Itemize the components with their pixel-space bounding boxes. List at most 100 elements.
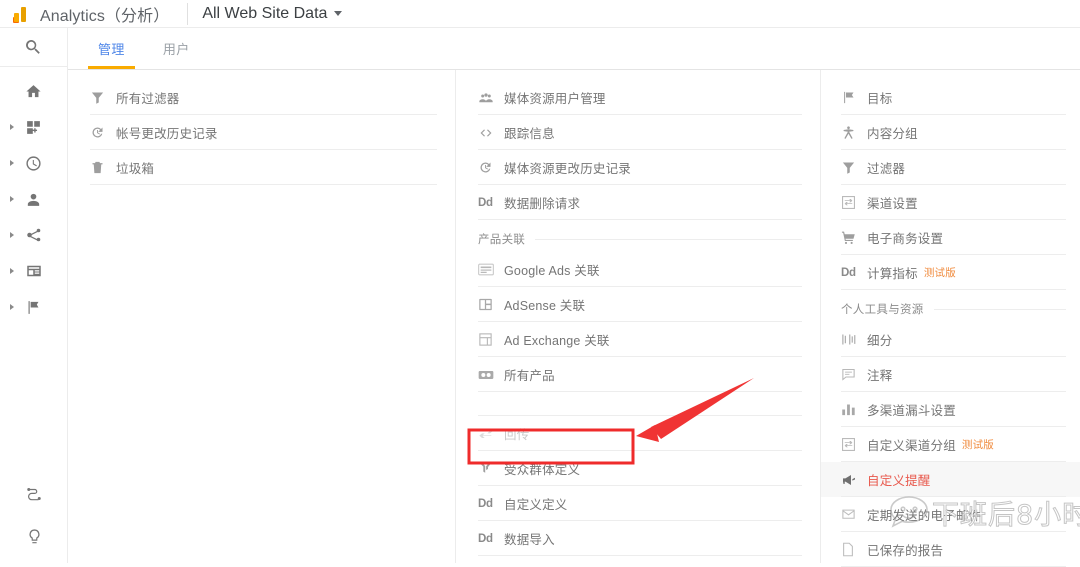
row-calculated-metrics[interactable]: Dd 计算指标 测试版 (821, 255, 1080, 290)
row-custom-definitions[interactable]: Dd 自定义定义 (456, 486, 820, 521)
property-column: 媒体资源用户管理 跟踪信息 媒体资源更改历史记录 Dd 数据删除请求 产品关联 (455, 70, 820, 563)
row-google-ads-linking[interactable]: Google Ads 关联 (456, 252, 820, 287)
row-saved-reports[interactable]: 已保存的报告 (821, 532, 1080, 567)
expand-arrow-icon (10, 196, 14, 202)
row-tracking-info[interactable]: 跟踪信息 (456, 115, 820, 150)
row-goals[interactable]: 目标 (821, 80, 1080, 115)
custom-alerts-megaphone-icon (841, 472, 867, 488)
row-content-grouping[interactable]: 内容分组 (821, 115, 1080, 150)
custom-channel-group-icon (841, 437, 867, 452)
sidebar-item-acquisition[interactable] (0, 217, 67, 253)
row-label: 已保存的报告 (867, 540, 943, 559)
tab-admin[interactable]: 管理 (94, 39, 129, 69)
sidebar-item-home[interactable] (0, 73, 67, 109)
row-label: 过滤器 (867, 158, 905, 177)
row-label: 数据删除请求 (504, 193, 580, 212)
row-label: 自定义提醒 (867, 470, 931, 489)
row-label: 数据导入 (504, 529, 555, 548)
sidebar-item-audience[interactable] (0, 181, 67, 217)
dd-icon: Dd (841, 267, 867, 279)
app-title: Analytics（分析） (40, 2, 169, 26)
dd-icon: Dd (478, 197, 504, 209)
row-multichannel-funnel-settings[interactable]: 多渠道漏斗设置 (821, 392, 1080, 427)
beta-badge: 测试版 (924, 265, 956, 280)
row-label: 多渠道漏斗设置 (867, 400, 956, 419)
history-clock-icon (90, 125, 116, 140)
segments-icon (841, 332, 867, 347)
row-custom-channel-grouping[interactable]: 自定义渠道分组 测试版 (821, 427, 1080, 462)
sidebar-bottom-group (0, 473, 68, 557)
expand-arrow-icon (10, 124, 14, 130)
google-ads-icon (478, 263, 504, 276)
tab-users[interactable]: 用户 (159, 39, 194, 69)
header-divider (187, 3, 188, 25)
row-segments[interactable]: 细分 (821, 322, 1080, 357)
sidebar-item-realtime[interactable] (0, 145, 67, 181)
users-group-icon (478, 90, 504, 106)
row-account-change-history[interactable]: 帐号更改历史记录 (68, 115, 455, 150)
row-ad-exchange-linking[interactable]: Ad Exchange 关联 (456, 322, 820, 357)
row-label: Ad Exchange 关联 (504, 330, 610, 349)
search-icon[interactable] (0, 28, 67, 67)
code-brackets-icon (478, 125, 504, 141)
row-label: 自定义渠道分组 (867, 435, 956, 454)
row-label: 媒体资源用户管理 (504, 88, 606, 107)
adsense-icon (478, 297, 504, 312)
row-postback[interactable]: 回传 (456, 416, 820, 451)
row-adsense-linking[interactable]: AdSense 关联 (456, 287, 820, 322)
row-label: Google Ads 关联 (504, 260, 600, 279)
ecommerce-cart-icon (841, 230, 867, 245)
section-product-linking: 产品关联 (456, 226, 820, 252)
row-view-filters[interactable]: 过滤器 (821, 150, 1080, 185)
row-custom-alerts[interactable]: 自定义提醒 (821, 462, 1080, 497)
dd-icon: Dd (478, 533, 504, 545)
row-label: 目标 (867, 88, 892, 107)
discover-bulb-icon[interactable] (0, 515, 68, 557)
postback-icon (478, 427, 504, 441)
row-label: 注释 (867, 365, 892, 384)
goal-flag-icon (841, 90, 867, 105)
multichannel-funnel-icon (841, 402, 867, 417)
row-audience-definitions[interactable]: 受众群体定义 (456, 451, 820, 486)
sidebar-item-customization[interactable] (0, 109, 67, 145)
row-all-products[interactable]: 所有产品 (456, 357, 820, 392)
view-selector[interactable]: All Web Site Data (202, 5, 342, 23)
row-label: 自定义定义 (504, 494, 568, 513)
audience-definitions-icon (478, 461, 504, 476)
row-annotations[interactable]: 注释 (821, 357, 1080, 392)
row-label: 渠道设置 (867, 193, 918, 212)
google-analytics-logo (6, 0, 36, 28)
row-all-filters[interactable]: 所有过滤器 (68, 80, 455, 115)
row-label: 媒体资源更改历史记录 (504, 158, 631, 177)
row-property-change-history[interactable]: 媒体资源更改历史记录 (456, 150, 820, 185)
admin-columns: 所有过滤器 帐号更改历史记录 垃圾箱 媒体资源用户管理 (68, 70, 1080, 563)
row-data-deletion-requests[interactable]: Dd 数据删除请求 (456, 185, 820, 220)
admin-tab-strip: 管理 用户 (68, 28, 1080, 70)
row-label: 所有过滤器 (116, 88, 180, 107)
row-data-import[interactable]: Dd 数据导入 (456, 521, 820, 556)
dd-icon: Dd (478, 498, 504, 510)
column-spacer (456, 392, 820, 416)
attribution-path-icon[interactable] (0, 473, 68, 515)
channel-settings-icon (841, 195, 867, 210)
scheduled-email-icon (841, 507, 867, 522)
filter-funnel-icon (841, 160, 867, 175)
sidebar-item-behavior[interactable] (0, 253, 67, 289)
sidebar-item-conversions[interactable] (0, 289, 67, 325)
filter-funnel-icon (90, 90, 116, 105)
ad-exchange-icon (478, 332, 504, 347)
row-property-user-management[interactable]: 媒体资源用户管理 (456, 80, 820, 115)
row-channel-settings[interactable]: 渠道设置 (821, 185, 1080, 220)
expand-arrow-icon (10, 160, 14, 166)
row-label: 所有产品 (504, 365, 555, 384)
all-products-icon (478, 369, 504, 381)
row-ecommerce-settings[interactable]: 电子商务设置 (821, 220, 1080, 255)
view-selector-label: All Web Site Data (202, 5, 327, 23)
row-label: 内容分组 (867, 123, 918, 142)
row-scheduled-emails[interactable]: 定期发送的电子邮件 (821, 497, 1080, 532)
account-column: 所有过滤器 帐号更改历史记录 垃圾箱 (68, 70, 455, 563)
expand-arrow-icon (10, 304, 14, 310)
beta-badge: 测试版 (962, 437, 994, 452)
google-analytics-admin-page: Analytics（分析） All Web Site Data 管理 用户 (0, 0, 1080, 563)
row-trash-can[interactable]: 垃圾箱 (68, 150, 455, 185)
